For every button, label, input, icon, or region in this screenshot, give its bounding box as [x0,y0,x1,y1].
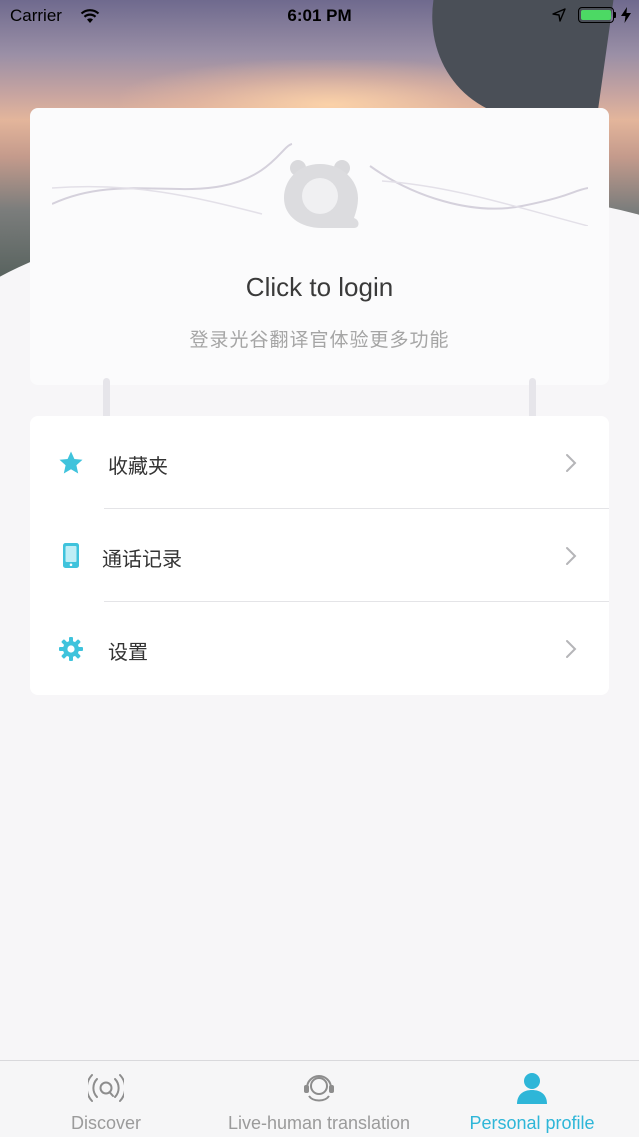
chevron-right-icon [566,454,577,472]
battery-icon [578,7,614,23]
menu-item-label: 收藏夹 [108,456,168,478]
location-arrow-icon [552,8,566,22]
headset-icon [304,1075,334,1102]
tab-label: Live-human translation [227,1113,411,1133]
login-subtitle: 登录光谷翻译官体验更多功能 [189,330,450,351]
menu-item-call-history[interactable]: 通话记录 [30,509,609,601]
tab-discover[interactable]: Discover [50,1061,162,1137]
status-bar: Carrier 6:01 PM [0,0,639,32]
chevron-right-icon [566,640,577,658]
signal-icon [88,1074,124,1102]
tab-live-human-translation[interactable]: Live-human translation [209,1061,429,1137]
gear-icon [59,637,83,661]
chevron-right-icon [566,547,577,565]
menu-item-favorites[interactable]: 收藏夹 [30,416,609,508]
tab-personal-profile[interactable]: Personal profile [459,1061,605,1137]
bear-avatar-icon[interactable] [282,158,362,232]
menu-card: 收藏夹 通话记录 设置 [30,416,609,695]
login-title[interactable]: Click to login [30,272,609,303]
charging-bolt-icon [621,7,631,23]
person-icon [517,1073,547,1104]
clock: 6:01 PM [287,6,352,25]
tab-label: Discover [70,1113,141,1133]
menu-item-label: 设置 [108,642,148,664]
battery-tip [614,12,616,18]
menu-item-settings[interactable]: 设置 [30,602,609,694]
phone-icon [63,543,79,568]
tab-bar: Discover Live-human translation Personal… [0,1060,639,1137]
tab-label: Personal profile [469,1113,595,1133]
battery-level [581,10,611,20]
login-card[interactable]: Click to login 登录光谷翻译官体验更多功能 [30,108,609,385]
star-icon [59,451,83,474]
menu-item-label: 通话记录 [102,549,182,571]
